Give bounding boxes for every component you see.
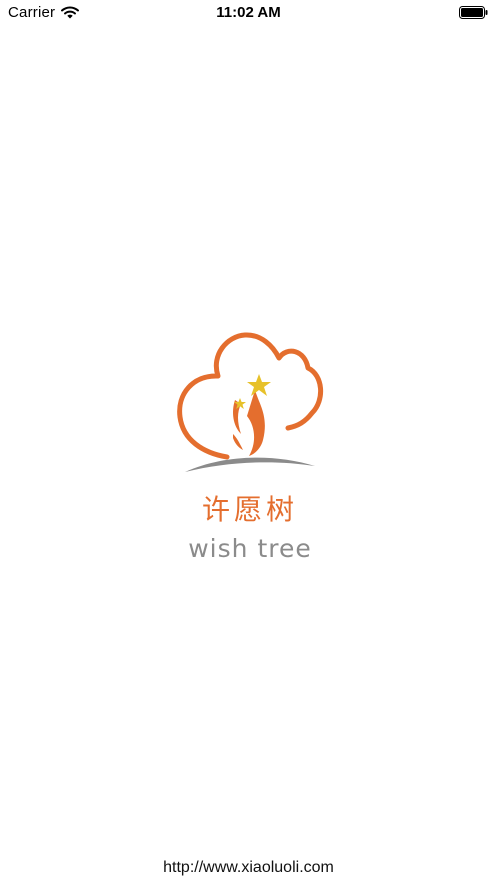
battery-full-icon	[459, 6, 488, 19]
wish-tree-logo-icon	[177, 332, 323, 472]
logo-title-chinese: 许愿树	[201, 493, 298, 526]
status-time: 11:02 AM	[216, 4, 281, 21]
logo-title-english: wish tree	[188, 534, 312, 563]
status-bar: Carrier 11:02 AM	[0, 0, 497, 26]
splash-logo: 许愿树 wish tree	[175, 330, 325, 570]
footer-website-url: http://www.xiaoluoli.com	[163, 859, 334, 876]
